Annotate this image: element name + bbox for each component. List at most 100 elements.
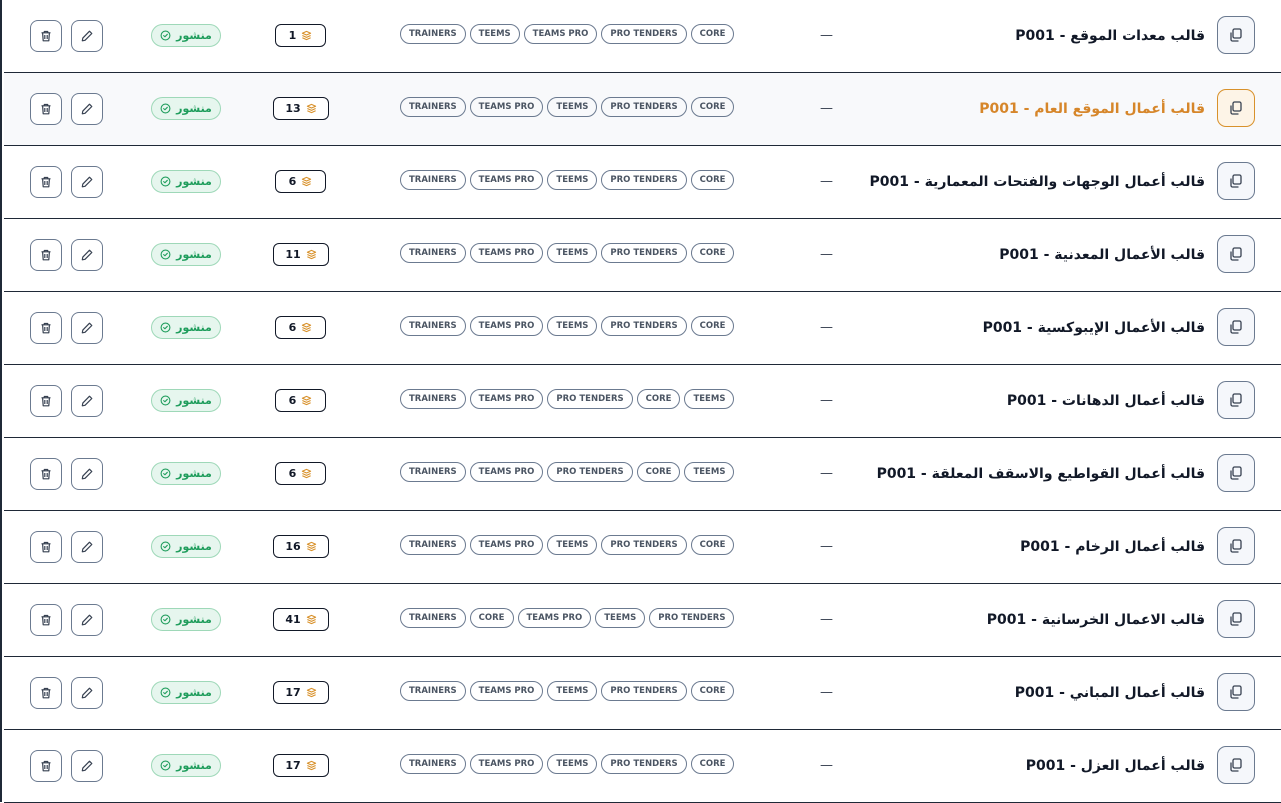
tag-list: TRAINERS TEAMS PRO PRO TENDERS CORE TEEMS <box>400 462 735 484</box>
template-title[interactable]: قالب أعمال الوجهات والفتحات المعمارية - … <box>870 146 1205 218</box>
tag-chip: TEAMS PRO <box>517 608 592 628</box>
status-label: منشور <box>176 102 212 115</box>
pencil-icon <box>81 760 93 772</box>
tag-chip: TRAINERS <box>400 24 466 44</box>
copy-template-button[interactable] <box>1217 308 1255 346</box>
trash-icon <box>41 249 51 261</box>
tag-list: TRAINERS CORE TEAMS PRO TEEMS PRO TENDERS <box>400 608 735 630</box>
template-title[interactable]: قالب معدات الموقع - P001 <box>1015 0 1205 72</box>
tag-chip: TRAINERS <box>400 389 466 409</box>
copy-template-button[interactable] <box>1217 746 1255 784</box>
delete-button[interactable] <box>30 531 62 563</box>
pencil-icon <box>81 395 93 407</box>
copy-icon <box>1230 466 1242 480</box>
status-label: منشور <box>176 759 212 772</box>
tag-chip: CORE <box>469 608 514 628</box>
copy-template-button[interactable] <box>1217 600 1255 638</box>
copy-template-button[interactable] <box>1217 381 1255 419</box>
delete-button[interactable] <box>30 385 62 417</box>
template-title[interactable]: قالب الأعمال الإيبوكسية - P001 <box>983 292 1205 364</box>
edit-button[interactable] <box>71 531 103 563</box>
template-title[interactable]: قالب أعمال الرخام - P001 <box>1020 511 1205 583</box>
tag-list: TRAINERS TEAMS PRO TEEMS PRO TENDERS CORE <box>400 535 735 557</box>
trash-icon <box>41 395 51 407</box>
edit-button[interactable] <box>71 312 103 344</box>
status-badge: منشور <box>151 754 221 777</box>
tag-chip: TEAMS PRO <box>469 681 544 701</box>
edit-button[interactable] <box>71 750 103 782</box>
tag-chip: TEAMS PRO <box>469 170 544 190</box>
check-circle-icon <box>160 760 171 771</box>
pencil-icon <box>81 541 93 553</box>
edit-button[interactable] <box>71 458 103 490</box>
items-count-value: 17 <box>285 759 301 772</box>
template-title[interactable]: قالب أعمال العزل - P001 <box>1026 730 1205 802</box>
delete-button[interactable] <box>30 750 62 782</box>
empty-value-dash: — <box>820 393 833 408</box>
items-count-value: 6 <box>288 175 297 188</box>
delete-button[interactable] <box>30 458 62 490</box>
check-circle-icon <box>160 541 171 552</box>
tag-chip: TEEMS <box>684 462 735 482</box>
items-count-badge: 17 <box>273 681 329 704</box>
items-count-value: 13 <box>285 102 301 115</box>
pencil-icon <box>81 468 93 480</box>
trash-icon <box>41 687 51 699</box>
items-count-value: 11 <box>285 248 301 261</box>
status-label: منشور <box>176 394 212 407</box>
edit-button[interactable] <box>71 604 103 636</box>
copy-icon <box>1230 28 1242 42</box>
edit-button[interactable] <box>71 93 103 125</box>
delete-button[interactable] <box>30 166 62 198</box>
items-count-badge: 13 <box>273 97 329 120</box>
tag-chip: TEEMS <box>547 170 598 190</box>
tag-chip: CORE <box>690 535 735 555</box>
edit-button[interactable] <box>71 20 103 52</box>
delete-button[interactable] <box>30 677 62 709</box>
tag-chip: PRO TENDERS <box>601 754 687 774</box>
layers-icon <box>302 176 312 187</box>
delete-button[interactable] <box>30 20 62 52</box>
copy-template-button[interactable] <box>1217 162 1255 200</box>
tag-chip: TRAINERS <box>400 462 466 482</box>
delete-button[interactable] <box>30 604 62 636</box>
edit-button[interactable] <box>71 166 103 198</box>
status-label: منشور <box>176 613 212 626</box>
delete-button[interactable] <box>30 312 62 344</box>
tag-chip: CORE <box>690 243 735 263</box>
copy-template-button[interactable] <box>1217 454 1255 492</box>
layers-icon <box>306 760 316 771</box>
template-title[interactable]: قالب أعمال الموقع العام - P001 <box>979 73 1205 145</box>
layers-icon <box>306 687 316 698</box>
layers-icon <box>302 30 312 41</box>
copy-icon <box>1230 393 1242 407</box>
table-row: قالب أعمال العزل - P001 — TRAINERS TEAMS … <box>4 730 1281 803</box>
copy-template-button[interactable] <box>1217 673 1255 711</box>
trash-icon <box>41 176 51 188</box>
status-label: منشور <box>176 321 212 334</box>
copy-template-button[interactable] <box>1217 235 1255 273</box>
edit-button[interactable] <box>71 677 103 709</box>
table-row: قالب أعمال الرخام - P001 — TRAINERS TEAMS… <box>4 511 1281 584</box>
table-row: قالب أعمال الوجهات والفتحات المعمارية - … <box>4 146 1281 219</box>
tag-chip: TRAINERS <box>400 243 466 263</box>
status-badge: منشور <box>151 608 221 631</box>
template-title[interactable]: قالب أعمال القواطيع والاسقف المعلقة - P0… <box>877 438 1205 510</box>
delete-button[interactable] <box>30 239 62 271</box>
tag-chip: TEAMS PRO <box>523 24 598 44</box>
copy-template-button[interactable] <box>1217 527 1255 565</box>
tag-chip: CORE <box>690 170 735 190</box>
edit-button[interactable] <box>71 385 103 417</box>
status-label: منشور <box>176 29 212 42</box>
template-title[interactable]: قالب الأعمال المعدنية - P001 <box>999 219 1205 291</box>
status-badge: منشور <box>151 535 221 558</box>
delete-button[interactable] <box>30 93 62 125</box>
copy-template-button[interactable] <box>1217 89 1255 127</box>
edit-button[interactable] <box>71 239 103 271</box>
copy-template-button[interactable] <box>1217 16 1255 54</box>
template-title[interactable]: قالب الاعمال الخرسانية - P001 <box>987 584 1205 656</box>
template-title[interactable]: قالب أعمال المباني - P001 <box>1015 657 1205 729</box>
template-title[interactable]: قالب أعمال الدهانات - P001 <box>1007 365 1205 437</box>
tag-chip: PRO TENDERS <box>601 24 687 44</box>
check-circle-icon <box>160 395 171 406</box>
